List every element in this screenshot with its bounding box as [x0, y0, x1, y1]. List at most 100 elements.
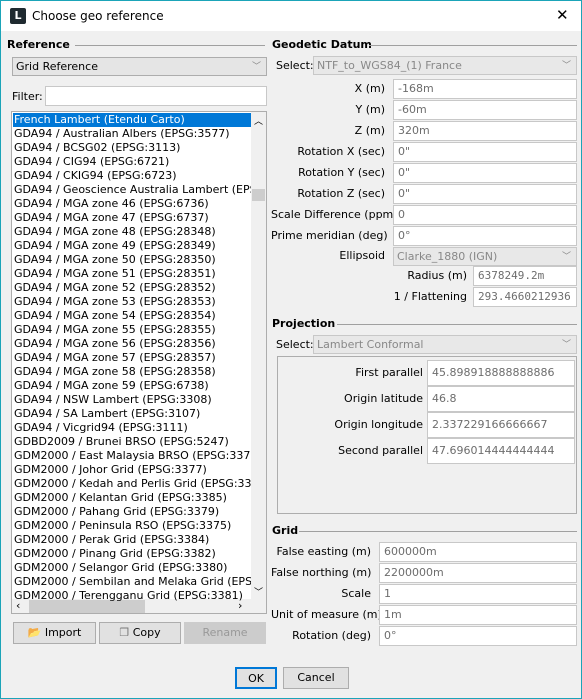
list-item[interactable]: GDM2000 / Pinang Grid (EPSG:3382)	[13, 547, 251, 561]
ok-button[interactable]: OK	[235, 667, 277, 689]
reference-list[interactable]: ︿ ﹀ ‹ › French Lambert (Etendu Carto) GDA…	[11, 111, 267, 614]
radius-label: Radius (m)	[407, 269, 467, 282]
list-item[interactable]: GDM2000 / Selangor Grid (EPSG:3380)	[13, 561, 251, 575]
projection-select-value: Lambert Conformal	[317, 338, 424, 351]
projection-field-input[interactable]: 47.696014444444444	[427, 438, 575, 464]
datum-field-label: Scale Difference (ppm)	[271, 208, 398, 221]
list-item[interactable]: GDBD2009 / Brunei BRSO (EPSG:5247)	[13, 435, 251, 449]
datum-field-input[interactable]: 0"	[393, 142, 577, 162]
reference-type-value: Grid Reference	[16, 60, 98, 73]
projection-field-label: First parallel	[355, 366, 423, 379]
datum-field-input[interactable]: 0"	[393, 163, 577, 183]
list-item[interactable]: GDM2000 / Pahang Grid (EPSG:3379)	[13, 505, 251, 519]
list-item[interactable]: GDM2000 / Sembilan and Melaka Grid (EPSG…	[13, 575, 251, 589]
scroll-thumb[interactable]	[252, 189, 265, 201]
list-item[interactable]: GDM2000 / Johor Grid (EPSG:3377)	[13, 463, 251, 477]
list-item[interactable]: GDA94 / MGA zone 51 (EPSG:28351)	[13, 267, 251, 281]
copy-icon: ❐	[119, 626, 130, 639]
title-bar: L Choose geo reference ✕	[1, 1, 581, 31]
list-item[interactable]: GDM2000 / Peninsula RSO (EPSG:3375)	[13, 519, 251, 533]
list-item[interactable]: GDA94 / NSW Lambert (EPSG:3308)	[13, 393, 251, 407]
projection-select: Lambert Conformal ﹀	[313, 335, 577, 354]
vertical-scrollbar[interactable]: ︿ ﹀	[251, 112, 266, 599]
list-item[interactable]: GDA94 / MGA zone 52 (EPSG:28352)	[13, 281, 251, 295]
list-item[interactable]: GDA94 / MGA zone 53 (EPSG:28353)	[13, 295, 251, 309]
datum-field-label: Prime meridian (deg)	[271, 229, 388, 242]
chevron-down-icon: ﹀	[561, 340, 571, 350]
list-item[interactable]: GDM2000 / Terengganu Grid (EPSG:3381)	[13, 589, 251, 603]
app-logo-icon: L	[10, 8, 26, 24]
list-item[interactable]: GDA94 / SA Lambert (EPSG:3107)	[13, 407, 251, 421]
reference-type-select[interactable]: Grid Reference ﹀	[12, 57, 267, 76]
flattening-field[interactable]: 293.4660212936	[473, 287, 577, 307]
scroll-up-icon[interactable]: ︿	[254, 114, 263, 127]
import-icon: 📂	[27, 626, 42, 639]
datum-field-label: Z (m)	[354, 124, 385, 137]
scroll-down-icon[interactable]: ﹀	[254, 585, 263, 598]
list-item[interactable]: GDM2000 / Perak Grid (EPSG:3384)	[13, 533, 251, 547]
datum-field-label: Rotation Z (sec)	[297, 187, 385, 200]
list-item[interactable]: GDA94 / MGA zone 47 (EPSG:6737)	[13, 211, 251, 225]
list-item[interactable]: GDA94 / MGA zone 50 (EPSG:28350)	[13, 253, 251, 267]
import-button[interactable]: 📂 Import	[13, 622, 96, 644]
flattening-label: 1 / Flattening	[393, 290, 467, 303]
list-item[interactable]: GDA94 / MGA zone 49 (EPSG:28349)	[13, 239, 251, 253]
list-item[interactable]: GDA94 / Geoscience Australia Lambert (EP…	[13, 183, 251, 197]
list-item[interactable]: GDA94 / MGA zone 58 (EPSG:28358)	[13, 365, 251, 379]
list-item[interactable]: GDM2000 / East Malaysia BRSO (EPSG:3376)	[13, 449, 251, 463]
grid-field-input[interactable]: 600000m	[379, 542, 577, 562]
datum-field-input[interactable]: 0°	[393, 226, 577, 246]
list-item[interactable]: GDA94 / MGA zone 46 (EPSG:6736)	[13, 197, 251, 211]
copy-label: Copy	[132, 626, 161, 639]
projection-field-input[interactable]: 2.337229166666667	[427, 412, 575, 438]
cancel-button[interactable]: Cancel	[283, 667, 349, 689]
grid-field-input[interactable]: 1	[379, 584, 577, 604]
projection-field-input[interactable]: 46.8	[427, 386, 575, 412]
divider	[75, 45, 265, 46]
list-item[interactable]: GDA94 / CKIG94 (EPSG:6723)	[13, 169, 251, 183]
grid-field-input[interactable]: 0°	[379, 626, 577, 646]
list-item[interactable]: GDA94 / MGA zone 55 (EPSG:28355)	[13, 323, 251, 337]
grid-field-input[interactable]: 2200000m	[379, 563, 577, 583]
reference-header: Reference	[7, 38, 70, 51]
datum-field-input[interactable]: 320m	[393, 121, 577, 141]
list-item[interactable]: GDA94 / MGA zone 48 (EPSG:28348)	[13, 225, 251, 239]
projection-field-input[interactable]: 45.898918888888886	[427, 360, 575, 386]
ellipsoid-select: Clarke_1880 (IGN) ﹀	[393, 247, 577, 266]
list-item[interactable]: GDA94 / Vicgrid94 (EPSG:3111)	[13, 421, 251, 435]
grid-field-input[interactable]: 1m	[379, 605, 577, 625]
list-item[interactable]: GDA94 / MGA zone 56 (EPSG:28356)	[13, 337, 251, 351]
datum-select-value: NTF_to_WGS84_(1) France	[317, 59, 462, 72]
datum-field-input[interactable]: -60m	[393, 100, 577, 120]
datum-field-input[interactable]: 0	[393, 205, 577, 225]
datum-select: NTF_to_WGS84_(1) France ﹀	[313, 56, 577, 75]
list-item[interactable]: GDA94 / MGA zone 59 (EPSG:6738)	[13, 379, 251, 393]
list-item[interactable]: GDA94 / MGA zone 54 (EPSG:28354)	[13, 309, 251, 323]
datum-field-input[interactable]: 0"	[393, 184, 577, 204]
geodetic-datum-header: Geodetic Datum	[272, 38, 372, 51]
copy-button[interactable]: ❐ Copy	[99, 622, 181, 644]
ellipsoid-label: Ellipsoid	[339, 249, 385, 262]
close-icon[interactable]: ✕	[556, 6, 569, 24]
list-item[interactable]: GDA94 / CIG94 (EPSG:6721)	[13, 155, 251, 169]
import-label: Import	[44, 626, 82, 639]
filter-label: Filter:	[12, 90, 43, 103]
rename-button: Rename	[184, 622, 266, 644]
list-item[interactable]: GDA94 / Australian Albers (EPSG:3577)	[13, 127, 251, 141]
ellipsoid-value: Clarke_1880 (IGN)	[397, 250, 498, 263]
list-item[interactable]: GDM2000 / Kedah and Perlis Grid (EPSG:33…	[13, 477, 251, 491]
list-item[interactable]: GDM2000 / Kelantan Grid (EPSG:3385)	[13, 491, 251, 505]
filter-input[interactable]	[45, 86, 267, 106]
divider	[299, 531, 577, 532]
list-item[interactable]: GDA94 / MGA zone 57 (EPSG:28357)	[13, 351, 251, 365]
window-title: Choose geo reference	[32, 9, 164, 23]
list-item[interactable]: GDA94 / BCSG02 (EPSG:3113)	[13, 141, 251, 155]
chevron-down-icon: ﹀	[561, 61, 571, 71]
projection-field-label: Origin longitude	[334, 418, 423, 431]
grid-field-label: Unit of measure (m)	[271, 608, 382, 621]
datum-field-input[interactable]: -168m	[393, 79, 577, 99]
radius-field[interactable]: 6378249.2m	[473, 266, 577, 286]
list-item[interactable]: French Lambert (Etendu Carto)	[13, 113, 251, 127]
projection-select-label: Select:	[276, 338, 314, 351]
projection-field-label: Second parallel	[338, 444, 423, 457]
